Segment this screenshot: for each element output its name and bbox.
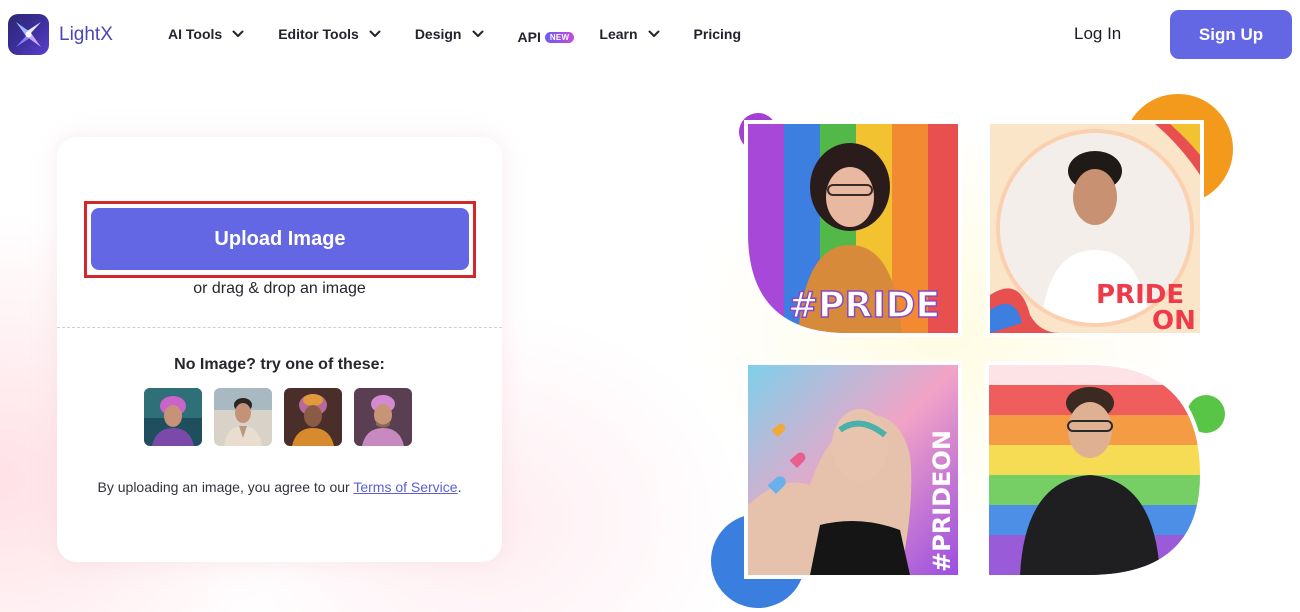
sample-image-4[interactable] [354,388,412,446]
logo-text: LightX [59,23,113,45]
collage-tile-rainbow-heart [985,361,1204,579]
collage-tile-pride: #PRIDE [744,120,962,337]
logo[interactable]: LightX [8,14,113,55]
chevron-down-icon [648,30,660,37]
upload-card: Upload Image or drag & drop an image No … [57,137,502,562]
nav-design-label: Design [414,26,462,42]
new-badge: NEW [544,31,575,43]
collage-tile-pride-on: PRIDE ON [986,120,1204,337]
drag-drop-text: or drag & drop an image [193,280,366,297]
tile-prideon-text: #PRIDEON [928,430,956,572]
tile-pride-text: #PRIDE [788,285,940,326]
nav-ai-tools-label: AI Tools [168,26,223,42]
collage-tile-prideon: #PRIDEON [744,361,962,579]
terms-of-service-link[interactable]: Terms of Service [353,479,457,495]
nav-api-label: API [517,29,541,45]
terms-prefix: By uploading an image, you agree to our [97,479,354,495]
nav-learn-label: Learn [599,26,638,42]
dashed-divider [57,327,502,328]
portrait-icon [284,388,342,446]
nav-editor-tools[interactable]: Editor Tools [278,26,381,42]
sample-thumbnails [144,388,424,446]
portrait-icon [214,388,272,446]
top-header: LightX AI Tools Editor Tools Design API … [0,0,1300,72]
portrait-icon [144,388,202,446]
sample-image-3[interactable] [284,388,342,446]
login-link[interactable]: Log In [1074,24,1121,44]
terms-notice: By uploading an image, you agree to our … [97,477,462,498]
sample-image-1[interactable] [144,388,202,446]
nav-editor-tools-label: Editor Tools [278,26,359,42]
nav-pricing[interactable]: Pricing [694,26,741,42]
main-nav: AI Tools Editor Tools Design API NEW Lea… [168,26,775,45]
chevron-down-icon [369,30,381,37]
nav-api[interactable]: API NEW [518,29,575,45]
chevron-down-icon [472,30,483,37]
lightx-logo-icon [8,14,49,55]
sample-images-heading: No Image? try one of these: [174,356,385,373]
nav-learn[interactable]: Learn [599,26,660,42]
nav-ai-tools[interactable]: AI Tools [168,26,244,42]
signup-button[interactable]: Sign Up [1170,10,1292,59]
tile-pride-on-line2: ON [1152,306,1196,336]
chevron-down-icon [232,30,244,37]
terms-suffix: . [457,479,462,495]
nav-pricing-label: Pricing [693,26,742,42]
nav-design[interactable]: Design [415,26,484,42]
pride-collage: #PRIDE PRIDE ON #PRIDEON [711,94,1233,608]
portrait-icon [354,388,412,446]
sample-image-2[interactable] [214,388,272,446]
upload-image-button[interactable]: Upload Image [91,208,469,270]
